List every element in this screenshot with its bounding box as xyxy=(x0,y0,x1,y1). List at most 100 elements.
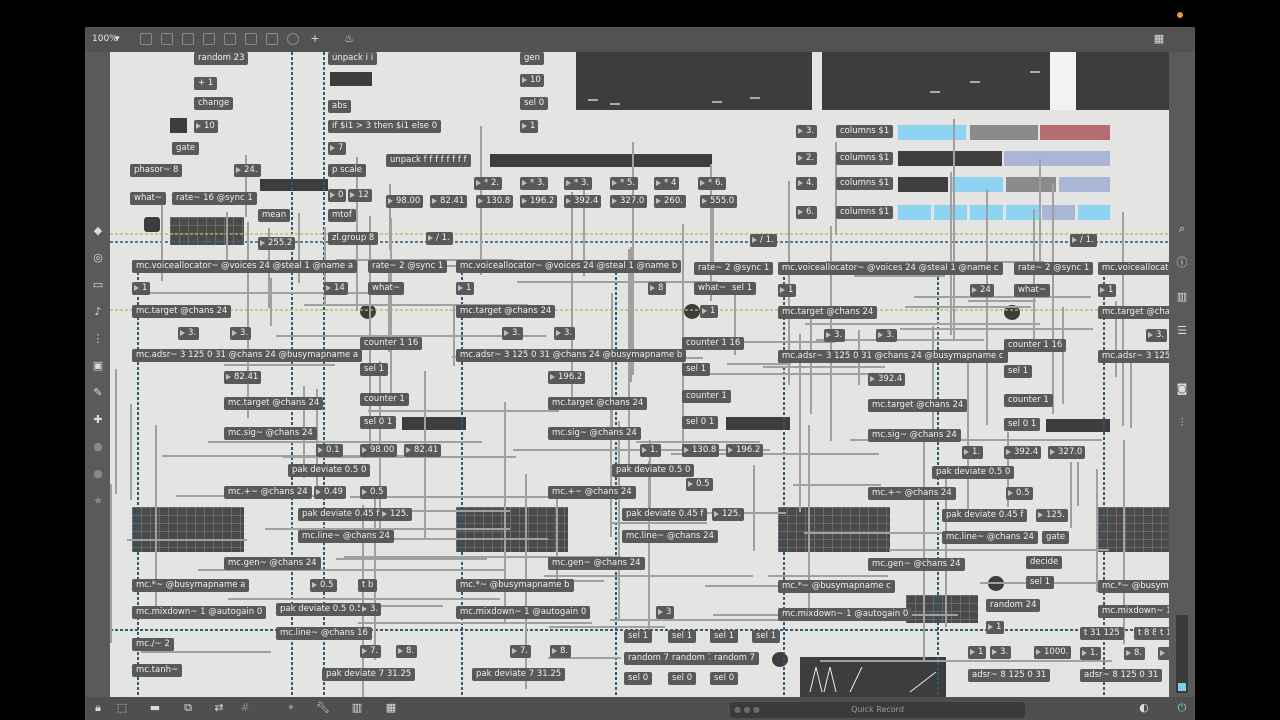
max-object-box[interactable]: abs xyxy=(328,100,352,113)
number-box[interactable]: 1000. xyxy=(1034,646,1072,659)
max-object-box[interactable]: mc.*~ @busymapname a xyxy=(132,579,250,592)
max-object-box[interactable]: sel 0 xyxy=(624,672,653,685)
comment-icon[interactable] xyxy=(182,33,194,45)
max-object-box[interactable]: sel 1 xyxy=(728,282,757,295)
max-object-box[interactable]: unpack f f f f f f f f xyxy=(386,154,471,167)
max-object-box[interactable]: counter 1 16 xyxy=(682,337,745,350)
max-object-box[interactable]: decide xyxy=(1026,556,1063,569)
number-box[interactable]: 1 xyxy=(986,621,1005,634)
max-object-box[interactable]: columns $1 xyxy=(836,177,894,190)
number-box[interactable]: 125. xyxy=(380,508,412,521)
max-object-box[interactable]: mc.+~ @chans 24 xyxy=(224,486,312,499)
number-box[interactable]: 31. xyxy=(1158,647,1169,660)
max-object-box[interactable]: zl.group 8 xyxy=(328,232,379,245)
number-box[interactable]: 3. xyxy=(554,327,576,340)
number-box[interactable]: * 3. xyxy=(520,177,549,190)
max-object-box[interactable]: mc.sig~ @chans 24 xyxy=(224,427,317,440)
max-object-box[interactable]: rate~ 2 @sync 1 xyxy=(694,262,774,275)
max-object-box[interactable]: random 24 xyxy=(986,599,1041,612)
max-object-box[interactable]: mc.line~ @chans 24 xyxy=(942,531,1038,544)
star-icon[interactable]: ★ xyxy=(91,494,105,508)
max-object-box[interactable]: sel 0 1 xyxy=(360,416,397,429)
zoom-dropdown-icon[interactable]: ▾ xyxy=(115,34,120,44)
number-box[interactable]: 0.5 xyxy=(1006,487,1033,500)
number-box[interactable]: 82.41 xyxy=(430,195,468,208)
keyboard-icon[interactable]: ▦ xyxy=(1152,32,1166,46)
number-box[interactable]: 98.00 xyxy=(360,444,398,457)
windows-icon[interactable]: ⧉ xyxy=(181,701,195,715)
power-icon[interactable]: ⏻ xyxy=(1175,701,1189,715)
number-box[interactable]: 4. xyxy=(796,177,818,190)
debug-icon[interactable]: ♨ xyxy=(342,32,356,46)
max-object-box[interactable]: mc.voiceallocator~ @voices 24 @steal 1 @… xyxy=(778,262,1003,275)
number-box[interactable]: 1 xyxy=(456,282,475,295)
number-box[interactable]: 12 xyxy=(348,189,372,202)
max-object-box[interactable]: mc.adsr~ 3 125 0 31 @chans 24 @busymapna… xyxy=(778,350,1008,363)
max-object-box[interactable]: mtof xyxy=(328,209,356,222)
quick-record-bar[interactable]: ● ● ● Quick Record xyxy=(730,702,1025,718)
max-object-box[interactable]: sel 1 xyxy=(752,630,781,643)
grid-snap-icon[interactable]: # xyxy=(238,701,252,715)
number-box[interactable]: 125. xyxy=(1036,509,1068,522)
number-box[interactable]: 196.2 xyxy=(520,195,558,208)
book-icon[interactable]: ▥ xyxy=(1175,290,1189,304)
max-object-box[interactable]: what~ xyxy=(694,282,731,295)
patcher-canvas[interactable]: random 23 + 1 change gate phasor~ 8 what~ rate… xyxy=(110,52,1169,697)
number-box[interactable]: 3. xyxy=(824,329,846,342)
info-circle-icon[interactable]: ● xyxy=(91,440,105,454)
max-object-box[interactable]: sel 1 xyxy=(668,630,697,643)
camera-icon[interactable]: ◙ xyxy=(1175,382,1189,396)
number-box[interactable]: 7. xyxy=(360,645,382,658)
max-object-box[interactable]: sel 1 xyxy=(360,363,389,376)
number-box[interactable]: 3. xyxy=(502,327,524,340)
max-object-box[interactable]: mc.target @chans 24 xyxy=(456,305,556,318)
max-object-box[interactable]: mc.target @chans 24 xyxy=(224,397,324,410)
number-box[interactable]: 1. xyxy=(640,444,662,457)
number-box[interactable]: 196.2 xyxy=(548,371,586,384)
max-object-box[interactable]: change xyxy=(194,97,234,110)
grid-icon[interactable] xyxy=(224,33,236,45)
number-box[interactable]: 1. xyxy=(962,446,984,459)
chat-icon[interactable]: ▬ xyxy=(148,701,162,715)
number-box[interactable]: 392.4 xyxy=(868,373,906,386)
max-object-box[interactable]: mc.*~ @busymapname c xyxy=(778,580,895,593)
max-object-box[interactable]: gate xyxy=(1042,531,1070,544)
zoom-level[interactable]: 100% xyxy=(92,34,118,44)
number-box[interactable]: 3 xyxy=(656,606,675,619)
number-box[interactable]: 0 xyxy=(328,189,347,202)
image-icon[interactable]: ▣ xyxy=(91,359,105,373)
number-box[interactable]: 7. xyxy=(510,645,532,658)
number-box[interactable]: * 3. xyxy=(564,177,593,190)
piano-icon[interactable]: ▥ xyxy=(350,701,364,715)
number-box[interactable]: 255.2 xyxy=(258,237,296,250)
max-object-box[interactable]: sel 1 xyxy=(1026,576,1055,589)
max-object-box[interactable]: mc.sig~ @chans 24 xyxy=(868,429,961,442)
align-icon[interactable] xyxy=(245,33,257,45)
max-object-box[interactable]: p scale xyxy=(328,164,366,177)
max-object-box[interactable]: mc.*~ @busymapname b xyxy=(456,579,574,592)
max-object-box[interactable]: mc.voiceallocator~ @voices 24 @steal 1 @… xyxy=(456,260,682,273)
max-object-box[interactable]: sel 1 xyxy=(1004,365,1033,378)
number-box[interactable]: 0.49 xyxy=(314,486,346,499)
max-object-box[interactable]: adsr~ 8 125 0 31 xyxy=(1080,669,1163,682)
max-object-box[interactable]: mc.target @chans xyxy=(1098,306,1169,319)
number-box[interactable]: 3. xyxy=(1146,329,1168,342)
max-object-box[interactable]: mc.adsr~ 3 125 xyxy=(1098,350,1169,363)
music-note-icon[interactable]: ♪ xyxy=(91,305,105,319)
number-box[interactable]: * 6. xyxy=(698,177,727,190)
rectangle-icon[interactable]: ▭ xyxy=(91,278,105,292)
max-object-box[interactable]: gen xyxy=(520,52,545,65)
number-box[interactable]: 3. xyxy=(230,327,252,340)
number-box[interactable]: * 2. xyxy=(474,177,503,190)
number-box[interactable]: 0.1 xyxy=(316,444,343,457)
max-object-box[interactable]: random 7 xyxy=(710,652,760,665)
max-object-box[interactable]: rate~ 16 @sync 1 xyxy=(172,192,257,205)
number-box[interactable]: 10 xyxy=(194,120,218,133)
max-object-box[interactable]: sel 0 xyxy=(520,97,549,110)
max-object-box[interactable]: pak deviate 0.5 0 xyxy=(612,464,695,477)
max-object-box[interactable]: sel 1 xyxy=(710,630,739,643)
max-object-box[interactable]: mc.+~ @chans 24 xyxy=(868,487,956,500)
max-object-box[interactable]: mc.line~ @chans 24 xyxy=(622,530,718,543)
layer-icon[interactable] xyxy=(266,33,278,45)
max-object-box[interactable]: counter 1 16 xyxy=(360,337,423,350)
